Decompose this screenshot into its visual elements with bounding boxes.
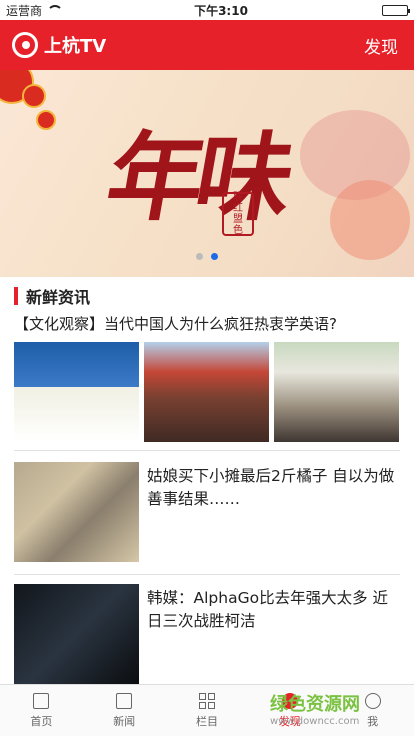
seal-stamp: 联 红 盟 色 (222, 192, 254, 236)
brand[interactable]: 上杭TV (12, 32, 106, 58)
carrier-label: 运营商 (6, 3, 43, 18)
discover-button[interactable]: 发现 (364, 33, 398, 58)
lantern-decoration (36, 110, 56, 130)
section-title: 新鲜资讯 (26, 288, 91, 307)
tab-news[interactable]: 新闻 (83, 685, 166, 736)
battery-icon (382, 4, 410, 16)
list-item[interactable]: 姑娘买下小摊最后2斤橘子 自以为做善事结果…… (14, 462, 400, 562)
app-name: 上杭TV (44, 36, 107, 57)
tab-home[interactable]: 首页 (0, 685, 83, 736)
grid-icon (198, 692, 215, 709)
status-time: 下午3:10 (194, 3, 248, 18)
kids-classroom-image[interactable] (14, 342, 139, 442)
divider (14, 450, 400, 451)
article-title[interactable]: 【文化观察】当代中国人为什么疯狂热衷学英语? (14, 313, 337, 334)
tab-bar: 首页 新闻 栏目 发现 我 (0, 684, 414, 736)
compass-icon (281, 692, 298, 709)
banner-pager[interactable] (0, 253, 414, 260)
news-icon (116, 692, 133, 709)
news-title: 姑娘买下小摊最后2斤橘子 自以为做善事结果…… (147, 467, 395, 508)
divider (14, 574, 400, 575)
robot-hand-image (14, 584, 139, 684)
article-image-row[interactable] (14, 342, 400, 442)
flower-decoration (330, 180, 410, 260)
tab-columns[interactable]: 栏目 (166, 685, 249, 736)
pager-dot-active[interactable] (211, 253, 218, 260)
status-bar: 运营商 下午3:10 (0, 0, 414, 20)
tab-me[interactable]: 我 (331, 685, 414, 736)
tab-discover[interactable]: 发现 (248, 685, 331, 736)
crowd-square-image[interactable] (144, 342, 269, 442)
person-icon (364, 692, 381, 709)
wifi-icon (46, 5, 64, 15)
section-header: 新鲜资讯 (0, 283, 414, 309)
banknotes-image (14, 462, 139, 562)
banner-title: 年味 (98, 121, 295, 234)
students-walking-image[interactable] (274, 342, 399, 442)
home-icon (33, 692, 50, 709)
lantern-decoration (22, 84, 46, 108)
banner-carousel[interactable]: 年味 联 红 盟 色 (0, 70, 414, 277)
app-header: 上杭TV 发现 (0, 20, 414, 70)
pager-dot[interactable] (196, 253, 203, 260)
news-title: 韩媒：AlphaGo比去年强大太多 近日三次战胜柯洁 (147, 589, 388, 630)
logo-icon (12, 32, 38, 58)
section-accent-bar (14, 287, 18, 305)
list-item[interactable]: 韩媒：AlphaGo比去年强大太多 近日三次战胜柯洁 (14, 584, 400, 684)
